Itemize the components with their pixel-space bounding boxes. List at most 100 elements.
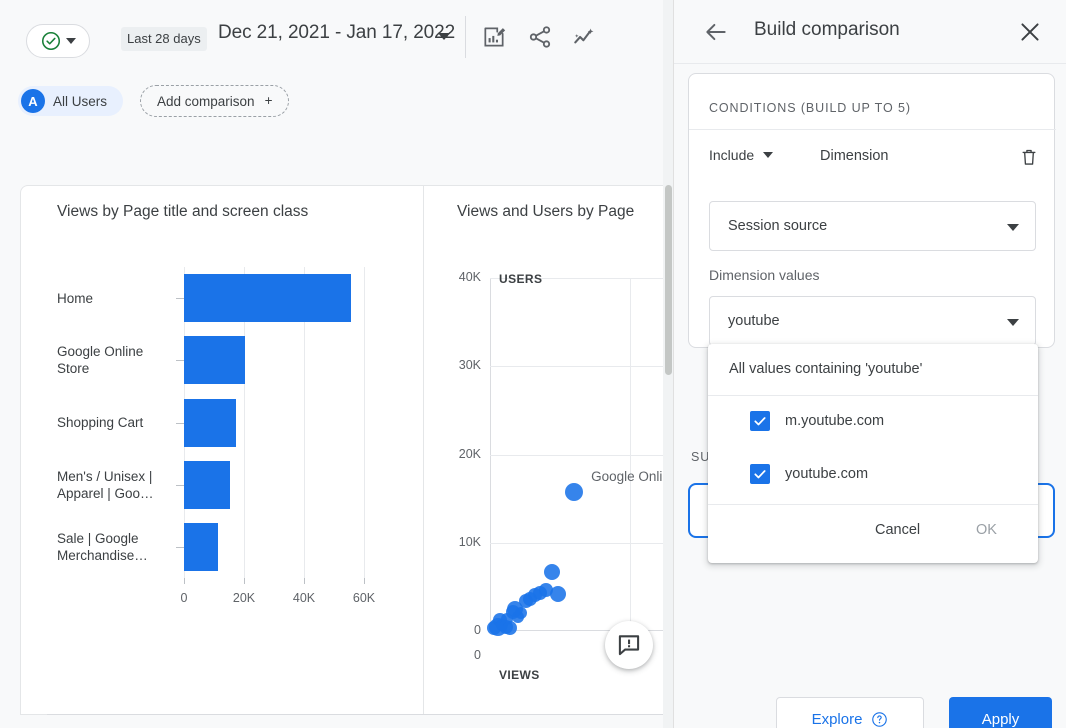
dropdown-option-m-youtube-com[interactable]: m.youtube.com <box>708 396 1038 446</box>
bar-chart-tickmark <box>184 578 185 584</box>
dimension-values-label: Dimension values <box>709 267 820 283</box>
avatar: A <box>21 89 45 113</box>
scatter-chart-y-tick-label: 0 <box>439 623 481 637</box>
comparison-chips-row: A All Users Add comparison + <box>0 72 673 130</box>
scatter-chart-y-tick-label: 30K <box>439 358 481 372</box>
comparison-chip-label: All Users <box>53 94 107 109</box>
close-icon[interactable] <box>1017 19 1043 50</box>
bar-chart-category-tick <box>176 298 184 299</box>
dropdown-option-label: m.youtube.com <box>785 413 884 429</box>
bar-chart-tickmark <box>304 578 305 584</box>
include-exclude-dropdown[interactable]: Include <box>709 147 773 163</box>
scatter-chart-x-axis-name: VIEWS <box>499 668 540 682</box>
dropdown-header: All values containing 'youtube' <box>708 344 1038 396</box>
bar-chart-category-label: Home <box>57 290 175 307</box>
ok-button[interactable]: OK <box>976 522 997 538</box>
bar-chart-bar[interactable] <box>184 336 245 384</box>
dropdown-footer: Cancel OK <box>708 504 1038 563</box>
scatter-chart-point[interactable] <box>503 621 517 635</box>
panel-title: Build comparison <box>754 19 900 41</box>
bar-chart-bar[interactable] <box>184 523 218 571</box>
bar-chart-plot-area: 0 20K 40K 60K Home Google Online Store Shoppin… <box>20 185 423 715</box>
add-comparison-button[interactable]: Add comparison + <box>140 85 289 117</box>
toolbar-divider <box>465 16 466 58</box>
scatter-chart-point[interactable] <box>544 564 560 580</box>
bar-chart-category-tick <box>176 360 184 361</box>
explore-button[interactable]: Explore <box>776 697 924 728</box>
plus-icon: + <box>265 94 273 108</box>
dropdown-header-label: All values containing 'youtube' <box>729 361 922 377</box>
help-circle-icon <box>871 711 888 728</box>
bar-chart-category-tick <box>176 547 184 548</box>
arrow-left-icon[interactable] <box>703 19 729 50</box>
date-range-label[interactable]: Dec 21, 2021 - Jan 17, 2022 <box>218 22 455 44</box>
feedback-icon <box>616 632 642 658</box>
edit-report-icon[interactable] <box>481 24 507 50</box>
chevron-down-icon <box>1007 224 1019 231</box>
bar-chart-category-label: Sale | Google Merchandise… <box>57 530 175 564</box>
bar-chart-category-label: Shopping Cart <box>57 414 175 431</box>
conditions-heading: CONDITIONS (BUILD UP TO 5) <box>709 101 911 115</box>
scatter-chart-y-tick-label: 10K <box>439 535 481 549</box>
date-preset-chip[interactable]: Last 28 days <box>121 27 207 51</box>
trash-icon[interactable] <box>1019 146 1039 173</box>
scatter-chart-y-tick-label: 40K <box>439 270 481 284</box>
chevron-down-icon <box>763 152 773 158</box>
bar-chart-gridline <box>364 267 365 578</box>
feedback-button[interactable] <box>605 621 653 669</box>
bar-chart-category-label: Google Online Store <box>57 343 175 377</box>
bar-chart-category-tick <box>176 485 184 486</box>
bar-chart-bar[interactable] <box>184 461 230 509</box>
scatter-chart-gridline <box>490 543 673 544</box>
bar-chart-x-tick-label: 60K <box>344 591 384 605</box>
add-comparison-label: Add comparison <box>157 94 255 109</box>
scatter-chart-x-tick-label: 0 <box>474 648 516 662</box>
share-icon[interactable] <box>527 24 553 50</box>
scatter-chart-point-label: Google Online S <box>591 469 673 484</box>
bar-chart-bar[interactable] <box>184 399 236 447</box>
dimension-values-value: youtube <box>728 313 780 329</box>
cancel-button[interactable]: Cancel <box>875 522 920 538</box>
bar-chart-tickmark <box>364 578 365 584</box>
apply-button[interactable]: Apply <box>949 697 1052 728</box>
chevron-down-icon <box>66 38 76 44</box>
main-content-area: Last 28 days Dec 21, 2021 - Jan 17, 2022 <box>0 0 673 728</box>
dropdown-option-youtube-com[interactable]: youtube.com <box>708 449 1038 499</box>
scatter-chart-gridline <box>490 455 673 456</box>
explore-label: Explore <box>812 711 863 728</box>
comparison-chip-all-users[interactable]: A All Users <box>18 86 123 116</box>
scatter-chart-gridline <box>490 366 673 367</box>
scatter-chart-y-axis-name: USERS <box>499 272 542 286</box>
dimension-select-value: Session source <box>728 218 827 234</box>
data-status-pill[interactable] <box>26 24 90 58</box>
bar-chart-bar[interactable] <box>184 274 351 322</box>
condition-row: Include Dimension <box>689 129 1056 183</box>
bar-chart-tickmark <box>244 578 245 584</box>
chevron-down-icon <box>1007 319 1019 326</box>
scatter-chart-gridline <box>630 278 631 631</box>
checkbox-checked-icon[interactable] <box>750 464 770 484</box>
bar-chart-x-tick-label: 0 <box>164 591 204 605</box>
chevron-down-icon[interactable] <box>438 33 450 40</box>
dropdown-option-label: youtube.com <box>785 466 868 482</box>
insights-icon[interactable] <box>572 24 598 50</box>
panel-footer: Explore Apply <box>674 646 1066 728</box>
checkbox-checked-icon[interactable] <box>750 411 770 431</box>
build-comparison-panel: Build comparison CONDITIONS (BUILD UP TO… <box>673 0 1066 728</box>
dimension-word-label: Dimension <box>820 148 889 164</box>
bar-chart-x-tick-label: 40K <box>284 591 324 605</box>
dimension-values-select[interactable]: youtube <box>709 296 1036 346</box>
dimension-values-dropdown: All values containing 'youtube' m.youtub… <box>708 344 1038 563</box>
dimension-select[interactable]: Session source <box>709 201 1036 251</box>
panel-header: Build comparison <box>674 0 1066 64</box>
report-toolbar: Last 28 days Dec 21, 2021 - Jan 17, 2022 <box>0 0 673 72</box>
check-circle-icon <box>40 30 62 52</box>
scatter-chart-point[interactable] <box>550 586 566 602</box>
app-root: Last 28 days Dec 21, 2021 - Jan 17, 2022 <box>0 0 1066 728</box>
bar-chart-category-label: Men's / Unisex | Apparel | Goo… <box>57 468 175 502</box>
main-scrollbar-thumb[interactable] <box>665 185 672 375</box>
conditions-card: CONDITIONS (BUILD UP TO 5) Include Dimen… <box>688 73 1055 348</box>
scatter-chart-y-tick-label: 20K <box>439 447 481 461</box>
bar-chart-views-by-page-title: Views by Page title and screen class 020… <box>20 185 423 715</box>
bar-chart-x-tick-label: 20K <box>224 591 264 605</box>
